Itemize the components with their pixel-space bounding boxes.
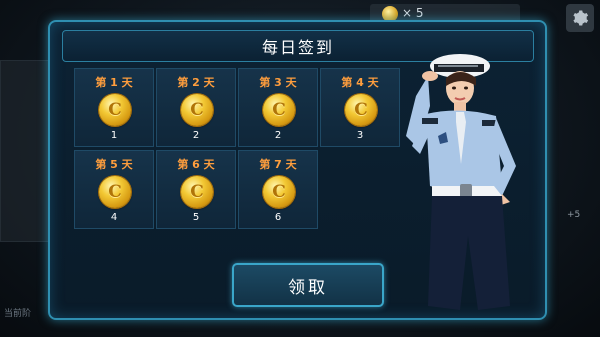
dialog-title: 每日签到 [261,38,334,57]
coin-icon: C [345,94,377,126]
reward-amount: 2 [274,130,282,141]
day-card[interactable]: 第 3 天 C 2 [238,68,318,147]
reward-amount: 5 [192,212,200,223]
day-label: 第 6 天 [177,158,215,171]
claim-button[interactable]: 领取 [232,263,384,307]
background-status-text: 当前阶 [4,309,32,319]
coin-icon: C [263,94,295,126]
reward-amount: 1 [110,130,118,141]
day-label: 第 1 天 [95,76,133,89]
coin-icon: C [181,176,213,208]
day-label: 第 3 天 [259,76,297,89]
coin-icon: C [263,176,295,208]
reward-amount: 4 [110,212,118,223]
background-coin-counter: × 5 [402,6,424,20]
day-label: 第 5 天 [95,158,133,171]
reward-amount: 6 [274,212,282,223]
coin-icon: C [99,94,131,126]
day-label: 第 4 天 [341,76,379,89]
day-label: 第 7 天 [259,158,297,171]
reward-amount: 2 [192,130,200,141]
day-card[interactable]: 第 5 天 C 4 [74,150,154,229]
day-card[interactable]: 第 4 天 C 3 [320,68,400,147]
day-card[interactable]: 第 1 天 C 1 [74,68,154,147]
coin-icon: C [99,176,131,208]
day-card[interactable]: 第 7 天 C 6 [238,150,318,229]
settings-button[interactable] [566,4,594,32]
background-bonus-text: +5 [567,210,581,220]
day-label: 第 2 天 [177,76,215,89]
reward-amount: 3 [356,130,364,141]
day-card[interactable]: 第 2 天 C 2 [156,68,236,147]
day-card[interactable]: 第 6 天 C 5 [156,150,236,229]
coin-icon: C [181,94,213,126]
gear-icon [573,10,589,26]
police-officer-character [406,54,516,310]
